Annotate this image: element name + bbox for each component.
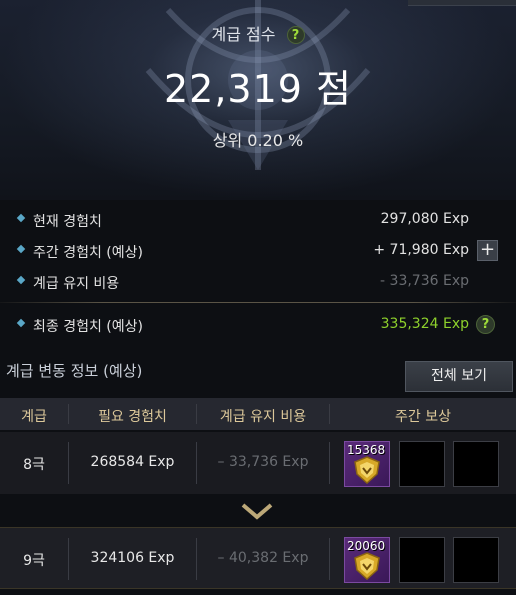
diamond-bullet-icon	[16, 213, 26, 223]
reward-item-slot[interactable]: 15368	[344, 441, 390, 487]
help-icon[interactable]: ?	[476, 315, 495, 334]
empty-reward-slot[interactable]	[399, 537, 445, 583]
weekly-exp-label: 주간 경험치 (예상)	[33, 245, 143, 261]
row-rank: 8극	[23, 457, 45, 473]
row-rank: 9극	[23, 553, 45, 569]
table-row: 8극 268584 Exp – 33,736 Exp 15368	[0, 432, 516, 494]
help-icon[interactable]: ?	[286, 26, 305, 44]
diamond-bullet-icon	[16, 244, 26, 254]
divider	[0, 302, 516, 303]
expand-weekly-button[interactable]: +	[477, 240, 498, 261]
current-exp-row: 현재 경험치 297,080 Exp	[0, 206, 516, 232]
diamond-bullet-icon	[16, 318, 26, 328]
rank-percentile: 상위 0.20 %	[212, 131, 304, 150]
table-header: 계급 필요 경험치 계급 유지 비용 주간 보상	[0, 398, 516, 430]
row-required-exp: 268584 Exp	[90, 454, 175, 470]
column-divider	[329, 538, 330, 580]
reward-count: 20060	[347, 539, 386, 553]
col-weekly-reward: 주간 보상	[395, 409, 451, 425]
empty-reward-slot[interactable]	[453, 537, 499, 583]
empty-reward-slot[interactable]	[399, 441, 445, 487]
weekly-exp-value: + 71,980 Exp	[373, 242, 469, 258]
score-title-row: 계급 점수 ?	[0, 21, 516, 45]
col-upkeep: 계급 유지 비용	[219, 409, 307, 425]
score-value: 22,319 점	[163, 67, 352, 111]
current-exp-value: 297,080 Exp	[380, 211, 469, 227]
col-rank: 계급	[21, 409, 47, 425]
reward-item-slot[interactable]: 20060	[344, 537, 390, 583]
score-title: 계급 점수	[211, 25, 276, 44]
row-upkeep: – 33,736 Exp	[217, 454, 309, 470]
row-upkeep: – 40,382 Exp	[217, 550, 309, 566]
reward-count: 15368	[347, 443, 386, 457]
weekly-exp-row: 주간 경험치 (예상) + 71,980 Exp +	[0, 237, 516, 263]
upkeep-cost-label: 계급 유지 비용	[33, 276, 120, 292]
chevron-down-icon	[241, 503, 273, 520]
upkeep-cost-value: - 33,736 Exp	[380, 273, 469, 289]
final-exp-value: 335,324 Exp	[380, 316, 469, 332]
final-exp-row: 최종 경험치 (예상) 335,324 Exp ?	[0, 311, 516, 337]
rank-change-title: 계급 변동 정보 (예상)	[6, 362, 143, 380]
row-required-exp: 324106 Exp	[90, 550, 175, 566]
diamond-bullet-icon	[16, 275, 26, 285]
column-divider	[329, 442, 330, 484]
table-row: 9극 324106 Exp – 40,382 Exp 20060	[0, 527, 516, 589]
final-exp-label: 최종 경험치 (예상)	[33, 319, 143, 335]
view-all-button[interactable]: 전체 보기	[405, 361, 513, 392]
current-exp-label: 현재 경험치	[33, 214, 102, 230]
col-required-exp: 필요 경험치	[98, 409, 167, 425]
shield-emblem-icon	[354, 456, 380, 484]
shield-emblem-icon	[354, 552, 380, 580]
window-corner-tab	[408, 0, 516, 6]
empty-reward-slot[interactable]	[453, 441, 499, 487]
rank-score-panel: 계급 점수 ? 22,319 점 상위 0.20 %	[0, 0, 516, 200]
upkeep-cost-row: 계급 유지 비용 - 33,736 Exp	[0, 268, 516, 294]
